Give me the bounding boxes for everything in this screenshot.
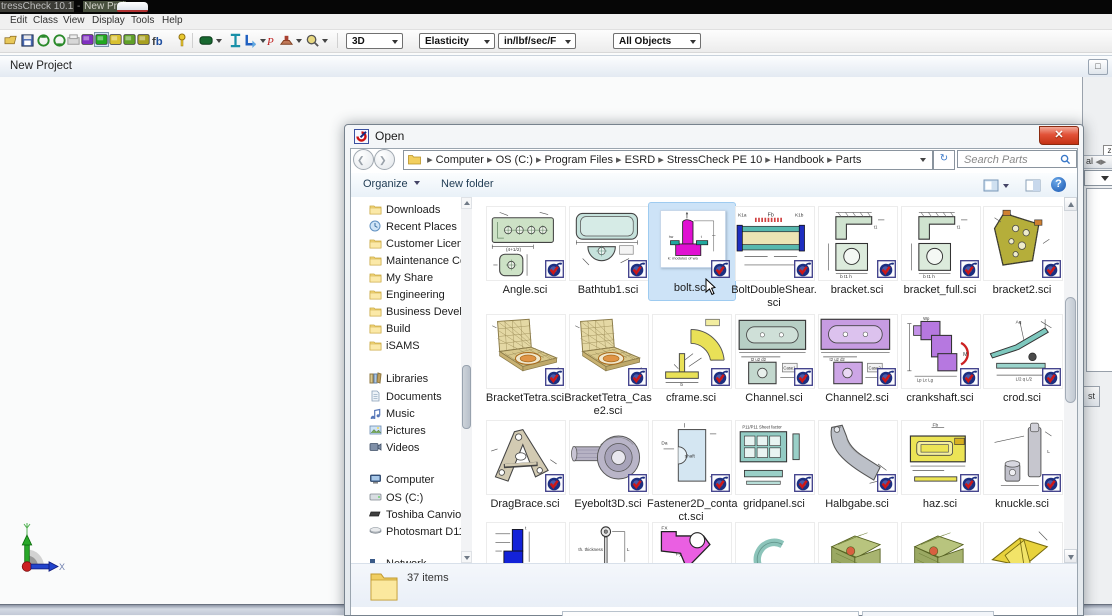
svg-text:b t1 h: b t1 h xyxy=(840,274,852,280)
svg-text:K1a: K1a xyxy=(738,213,747,219)
svg-text:t2 u2 d2: t2 u2 d2 xyxy=(751,357,767,362)
svg-text:fb: fb xyxy=(152,36,163,48)
svg-text:(4+1/2): (4+1/2) xyxy=(506,247,522,253)
svg-text:FX: FX xyxy=(661,525,668,531)
svg-text:t: t xyxy=(525,525,527,531)
svg-text:t: t xyxy=(701,235,702,239)
svg-text:k: modulus of wa: k: modulus of wa xyxy=(668,256,699,261)
svg-text:b: b xyxy=(680,382,683,388)
svg-text:L: L xyxy=(1047,449,1050,455)
svg-text:Fb: Fb xyxy=(933,422,939,428)
svg-text:L: L xyxy=(627,547,630,553)
svg-text:Fb: Fb xyxy=(768,213,774,219)
svg-text:K1b: K1b xyxy=(795,213,804,219)
svg-text:Lp Lc Lg: Lp Lc Lg xyxy=(917,378,934,383)
svg-text:M: M xyxy=(963,352,967,358)
svg-text:Aq: Aq xyxy=(1016,320,1022,326)
svg-text:P: P xyxy=(266,36,274,48)
svg-text:Fy: Fy xyxy=(676,551,682,557)
svg-text:shaft: shaft xyxy=(685,453,696,459)
svg-text:b t1 h: b t1 h xyxy=(923,274,935,280)
svg-text:P11/P11 Sheet factor: P11/P11 Sheet factor xyxy=(742,424,782,429)
svg-text:L/2 q L/2: L/2 q L/2 xyxy=(1016,376,1033,381)
svg-text:t1: t1 xyxy=(957,224,961,229)
svg-text:Da: Da xyxy=(661,441,667,447)
svg-text:t2 u2 d2: t2 u2 d2 xyxy=(830,357,846,362)
svg-text:Wp: Wp xyxy=(923,316,930,321)
svg-text:X: X xyxy=(59,562,65,572)
svg-text:t1: t1 xyxy=(874,224,878,229)
svg-text:hw: hw xyxy=(669,235,674,239)
svg-text:th. thickness: th. thickness xyxy=(578,547,603,552)
